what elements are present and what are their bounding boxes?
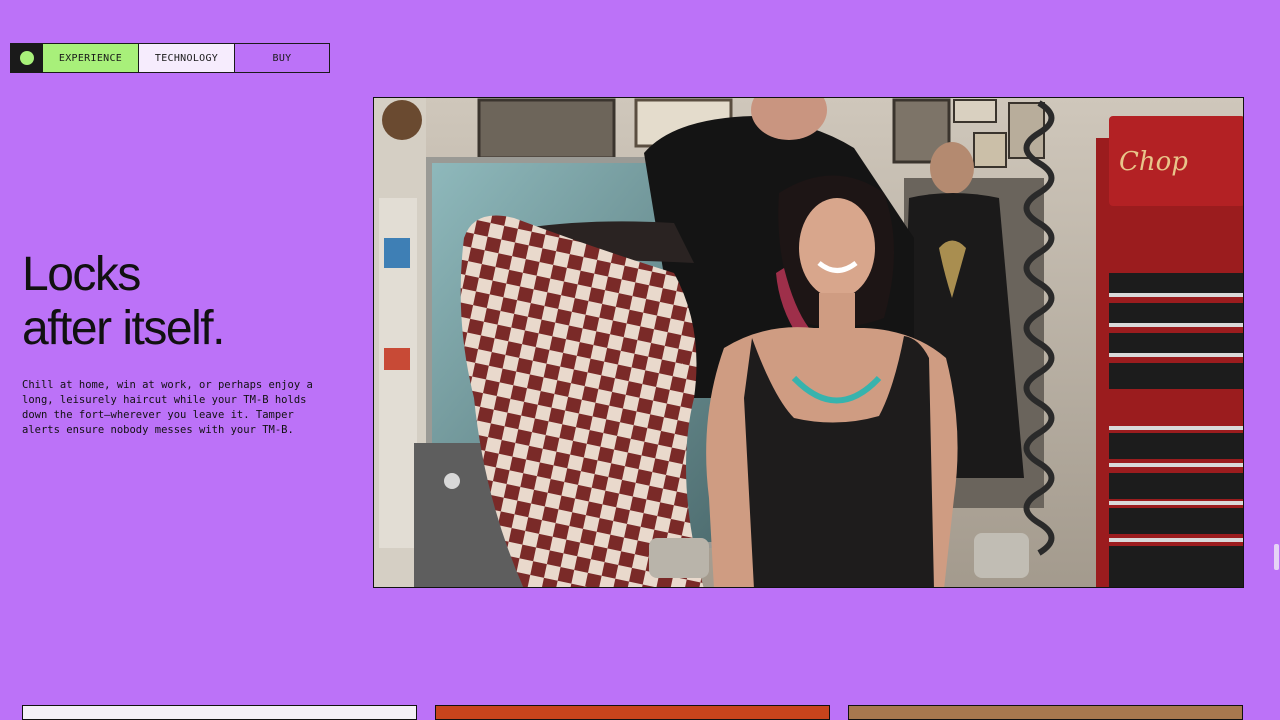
- tab-buy[interactable]: BUY: [234, 44, 329, 72]
- feature-card-1[interactable]: [22, 705, 417, 720]
- hero-headline: Locks after itself.: [22, 248, 225, 356]
- video-frame: Chop: [374, 98, 1243, 587]
- feature-card-3[interactable]: [848, 705, 1243, 720]
- headline-line-2: after itself.: [22, 302, 225, 355]
- logo-dot-icon: [19, 51, 34, 65]
- page-scrollbar[interactable]: [1272, 0, 1280, 720]
- feature-card-2[interactable]: [435, 705, 830, 720]
- top-nav: EXPERIENCE TECHNOLOGY BUY: [10, 43, 330, 73]
- logo-button[interactable]: [11, 44, 42, 72]
- tab-experience[interactable]: EXPERIENCE: [42, 44, 138, 72]
- hero-video[interactable]: Chop: [373, 97, 1244, 588]
- tab-technology[interactable]: TECHNOLOGY: [138, 44, 234, 72]
- hero-body-text: Chill at home, win at work, or perhaps e…: [22, 379, 313, 436]
- headline-line-1: Locks: [22, 248, 141, 301]
- scrollbar-thumb[interactable]: [1274, 544, 1279, 570]
- sign-text: Chop: [1119, 147, 1188, 177]
